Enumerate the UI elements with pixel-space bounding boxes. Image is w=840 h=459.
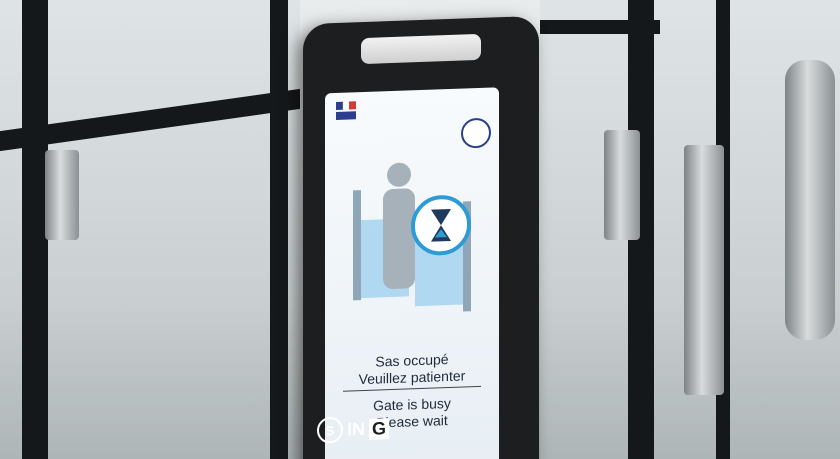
hinge-right-2 (684, 145, 724, 395)
hinge-right-1 (604, 130, 640, 240)
gate-terminal: Sas occupé Veuillez patienter Gate is bu… (303, 15, 539, 459)
frame-rail-right (540, 20, 660, 34)
gate-scene: Sas occupé Veuillez patienter Gate is bu… (0, 0, 840, 459)
steel-bollard (785, 60, 835, 340)
seal-icon (461, 117, 491, 149)
brand-logo-mid: IN (347, 418, 365, 440)
frame-post-mid (270, 0, 288, 459)
brand-logo-right: G (369, 417, 390, 440)
message-french: Sas occupé Veuillez patienter (325, 349, 499, 389)
hinge-left (45, 150, 79, 240)
terminal-screen: Sas occupé Veuillez patienter Gate is bu… (325, 87, 499, 459)
brand-logo-left: S (317, 416, 343, 444)
camera-sensor-bar (361, 33, 481, 65)
french-flag-icon (336, 101, 356, 120)
gate-busy-illustration (353, 162, 471, 312)
device-brand-logo: S IN G (317, 413, 390, 446)
hourglass-icon (411, 195, 471, 256)
person-icon (383, 162, 415, 289)
